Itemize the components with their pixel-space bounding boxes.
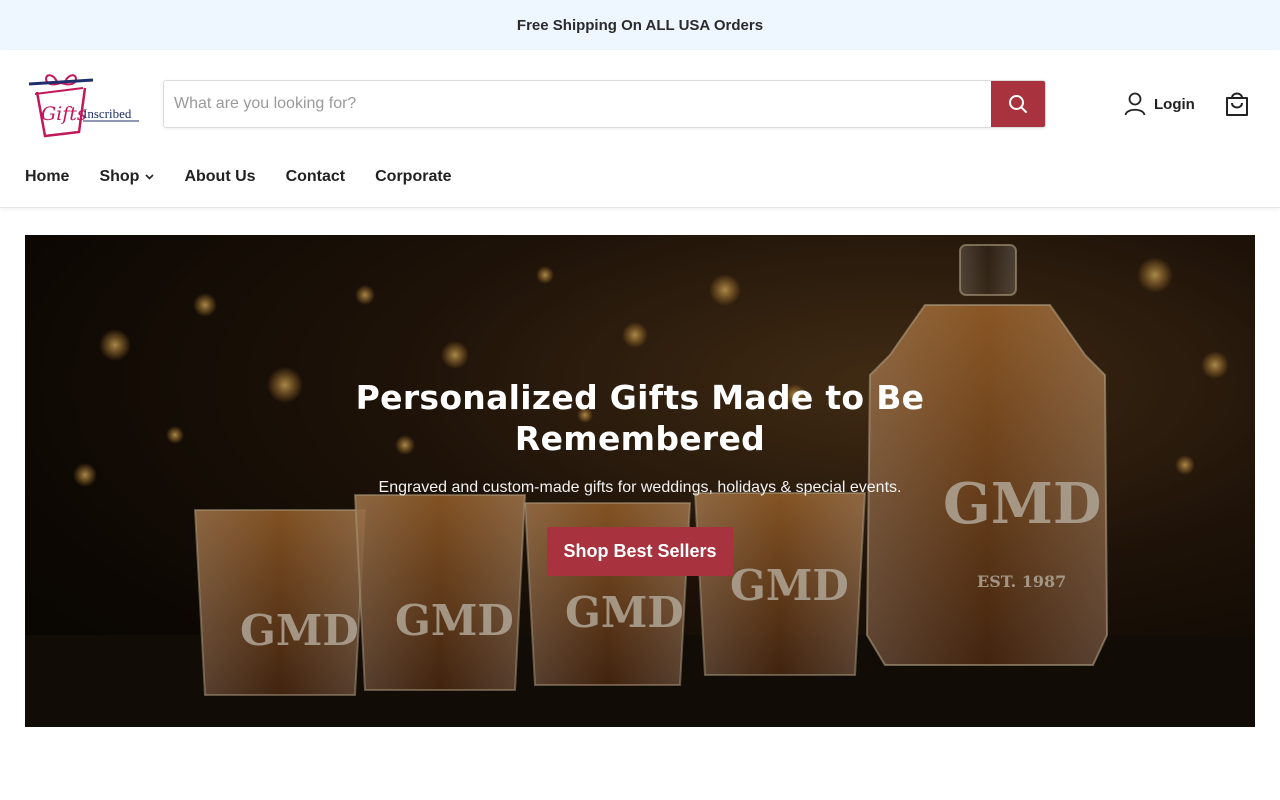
search-icon — [1009, 95, 1027, 113]
svg-text:Gifts: Gifts — [41, 103, 87, 125]
nav-item-home[interactable]: Home — [25, 168, 69, 186]
search-input[interactable] — [164, 81, 991, 127]
hero-subtitle: Engraved and custom-made gifts for weddi… — [378, 479, 902, 496]
hero-banner: GMD GMD GMD GMD GMD EST. 1987 Personaliz… — [25, 235, 1255, 727]
cart-button[interactable] — [1223, 90, 1251, 118]
chevron-down-icon — [145, 174, 155, 180]
site-header: Gifts Inscribed Login Home — [0, 50, 1280, 208]
announcement-bar: Free Shipping On ALL USA Orders — [0, 0, 1280, 50]
nav-item-label: Corporate — [375, 168, 452, 185]
site-logo[interactable]: Gifts Inscribed — [25, 70, 141, 140]
nav-item-label: Contact — [285, 168, 346, 185]
login-label: Login — [1154, 95, 1195, 113]
search-bar — [163, 80, 1046, 128]
announcement-text: Free Shipping On ALL USA Orders — [516, 16, 764, 34]
user-icon — [1124, 92, 1146, 116]
shop-best-sellers-button[interactable]: Shop Best Sellers — [547, 527, 733, 576]
nav-item-about-us[interactable]: About Us — [184, 168, 255, 186]
nav-item-contact[interactable]: Contact — [286, 168, 346, 186]
nav-item-label: Home — [25, 168, 70, 185]
gift-logo-icon: Gifts Inscribed — [28, 74, 139, 138]
nav-item-corporate[interactable]: Corporate — [375, 168, 451, 186]
search-button[interactable] — [991, 81, 1045, 127]
hero-content: Personalized Gifts Made to Be Remembered… — [25, 377, 1255, 576]
svg-text:Inscribed: Inscribed — [83, 106, 132, 121]
hero-title: Personalized Gifts Made to Be Remembered — [355, 378, 925, 458]
nav-item-label: Shop — [99, 168, 140, 185]
main-nav: Home Shop About Us Contact Corporate — [25, 168, 482, 186]
login-link[interactable]: Login — [1124, 92, 1195, 116]
shopping-bag-icon — [1226, 92, 1248, 116]
nav-item-shop[interactable]: Shop — [99, 168, 155, 186]
nav-item-label: About Us — [184, 168, 256, 185]
